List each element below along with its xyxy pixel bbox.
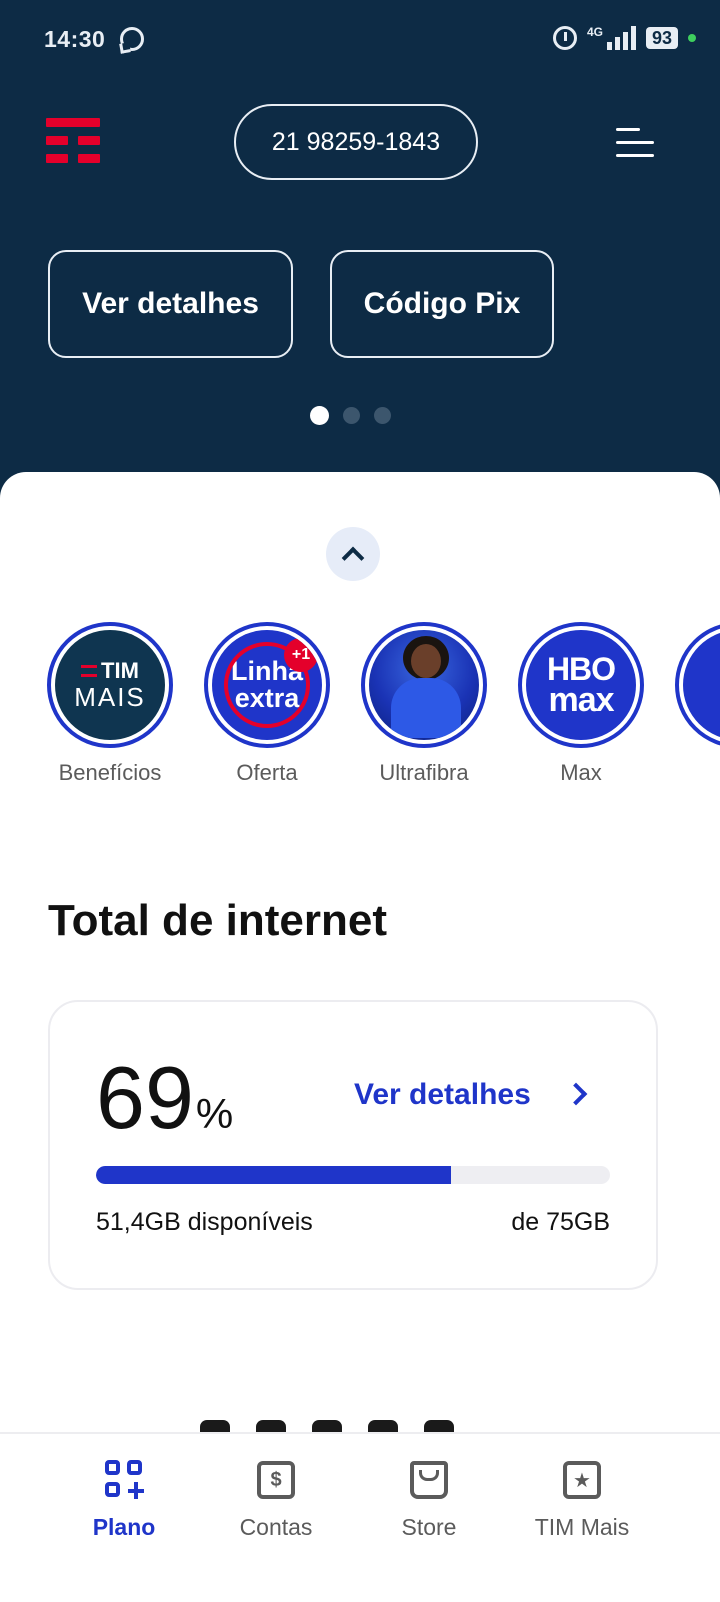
bill-dollar-icon: $	[256, 1460, 296, 1500]
nav-store[interactable]: Store	[349, 1460, 509, 1541]
hbo-max-logo-icon: HBO max	[526, 630, 636, 740]
plus-one-badge: +1	[284, 638, 318, 672]
privacy-indicator-icon	[688, 34, 696, 42]
story-max[interactable]: HBO max Max	[518, 622, 644, 786]
story-label: Oferta	[236, 760, 298, 785]
story-art-text: TIM	[101, 657, 139, 683]
carousel-dot[interactable]	[374, 407, 391, 424]
data-total: de 75GB	[511, 1208, 610, 1236]
story-thumbnail-icon	[683, 630, 720, 740]
shopping-bag-icon	[409, 1460, 449, 1500]
whatsapp-icon	[120, 27, 144, 51]
nav-label: Contas	[239, 1514, 313, 1540]
usage-percent: 69%	[96, 1048, 233, 1164]
usage-progress-bar	[96, 1166, 610, 1184]
story-beneficios[interactable]: TIM MAIS Benefícios	[47, 622, 173, 786]
story-art-text: HBO	[546, 651, 616, 687]
pix-code-button[interactable]: Código Pix	[330, 250, 554, 358]
carousel-dot[interactable]	[343, 407, 360, 424]
usage-progress-fill	[96, 1166, 451, 1184]
internet-details-link[interactable]: Ver detalhes	[354, 1078, 531, 1112]
phone-number: 21 98259-1843	[271, 127, 441, 156]
collapse-chevron-up-icon[interactable]	[326, 527, 380, 581]
pix-code-label: Código Pix	[363, 287, 521, 320]
story-partial[interactable]	[675, 622, 720, 748]
tim-mais-logo-icon: TIM MAIS	[55, 630, 165, 740]
tim-logo	[46, 118, 100, 168]
carousel-indicator	[310, 406, 391, 425]
nav-label: TIM Mais	[534, 1514, 630, 1540]
nav-tim-mais[interactable]: ★ TIM Mais	[502, 1460, 662, 1541]
usage-percent-value: 69	[96, 1048, 194, 1147]
story-art-text: MAIS	[74, 681, 146, 712]
signal-icon	[606, 26, 636, 50]
internet-section-title: Total de internet	[48, 896, 387, 945]
story-oferta[interactable]: Linha extra +1 Oferta	[204, 622, 330, 786]
nav-label: Plano	[92, 1514, 156, 1540]
carousel-dot-active[interactable]	[310, 406, 329, 425]
percent-sign: %	[195, 1090, 234, 1137]
alarm-icon	[552, 26, 577, 50]
plan-grid-icon	[104, 1460, 144, 1500]
linha-extra-promo-icon: Linha extra +1	[212, 630, 322, 740]
story-art-text: max	[548, 681, 614, 719]
status-time: 14:30	[44, 26, 106, 52]
phone-number-selector[interactable]: 21 98259-1843	[234, 104, 478, 180]
person-photo-icon	[369, 630, 479, 740]
hamburger-menu-icon[interactable]	[616, 128, 654, 158]
data-available: 51,4GB disponíveis	[96, 1208, 313, 1236]
network-type: 4G	[586, 25, 603, 39]
story-label: Max	[560, 760, 602, 785]
story-label: Benefícios	[58, 760, 162, 785]
star-badge-icon: ★	[562, 1460, 602, 1500]
battery-level: 93	[645, 27, 678, 49]
story-ultrafibra[interactable]: Ultrafibra	[361, 622, 487, 786]
bottom-navigation: Plano $ Contas Store ★ TIM Mais	[0, 1432, 720, 1602]
nav-contas[interactable]: $ Contas	[196, 1460, 356, 1541]
nav-plano[interactable]: Plano	[44, 1460, 204, 1541]
nav-label: Store	[401, 1514, 457, 1540]
status-bar: 14:30 4G 93	[0, 0, 720, 84]
story-label: Ultrafibra	[379, 760, 469, 785]
view-details-label: Ver detalhes	[82, 287, 259, 320]
view-details-button[interactable]: Ver detalhes	[48, 250, 293, 358]
